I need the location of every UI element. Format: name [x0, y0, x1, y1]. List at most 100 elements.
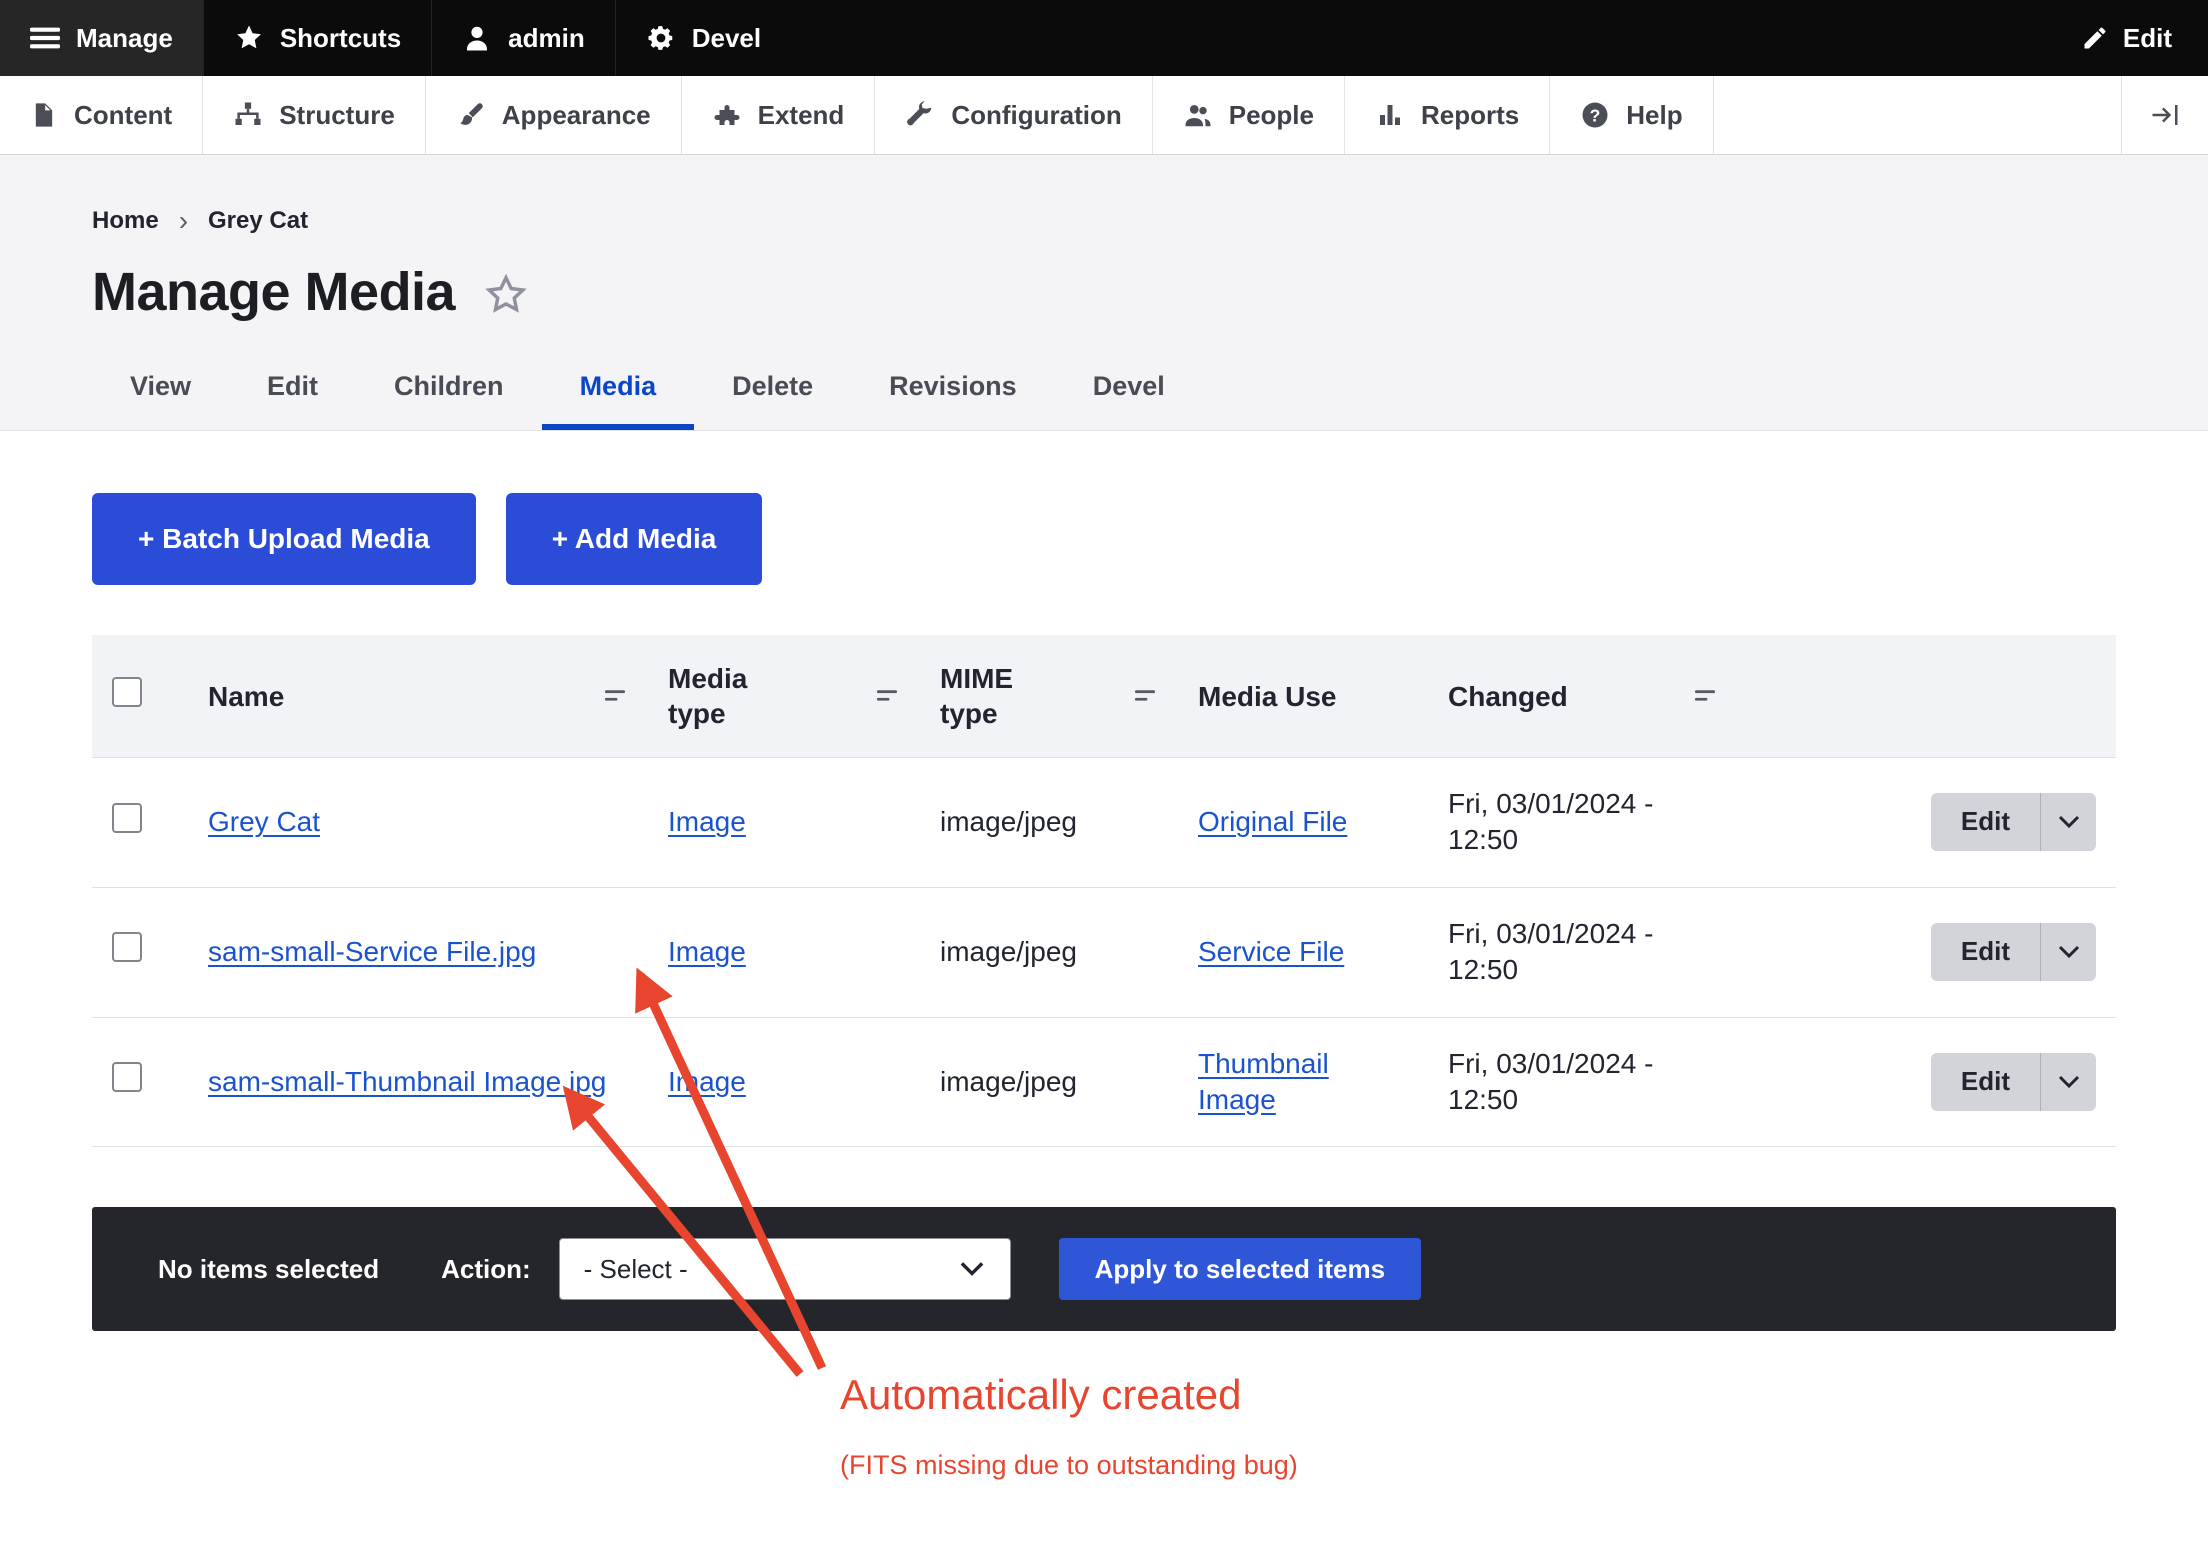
admin-item-shortcuts[interactable]: Shortcuts: [203, 0, 431, 76]
operations-cell: Edit: [1738, 758, 2116, 888]
tab-media[interactable]: Media: [542, 357, 695, 430]
sort-icon[interactable]: [1692, 683, 1718, 709]
bulk-actions-bar: No items selected Action: - Select - App…: [92, 1207, 2116, 1331]
add-media-button[interactable]: + Add Media: [506, 493, 763, 585]
name-cell: Grey Cat: [188, 758, 648, 888]
star-icon: [234, 23, 264, 53]
action-select[interactable]: - Select -: [559, 1238, 1011, 1300]
media-use-link[interactable]: Thumbnail Image: [1198, 1048, 1329, 1115]
column-header-name[interactable]: Name: [188, 635, 648, 758]
menu-item-appearance[interactable]: Appearance: [426, 76, 682, 154]
column-header-media-use: Media Use: [1178, 635, 1428, 758]
column-header-label: Changed: [1448, 679, 1568, 714]
menu-item-reports[interactable]: Reports: [1345, 76, 1550, 154]
admin-item-label: Devel: [692, 23, 761, 54]
admin-item-manage[interactable]: Manage: [0, 0, 203, 76]
media-name-link[interactable]: Grey Cat: [208, 806, 320, 837]
changed-cell: Fri, 03/01/2024 - 12:50: [1428, 887, 1738, 1017]
column-header-mime-type[interactable]: MIME type: [920, 635, 1178, 758]
admin-toolbar: Manage Shortcuts admin Devel Edit: [0, 0, 2208, 76]
media-use-cell: Thumbnail Image: [1178, 1017, 1428, 1147]
edit-dropdown-toggle[interactable]: [2040, 793, 2096, 851]
changed-cell: Fri, 03/01/2024 - 12:50: [1428, 1017, 1738, 1147]
favorite-star-icon[interactable]: [483, 272, 529, 318]
breadcrumb-separator-icon: ›: [179, 205, 188, 237]
column-header-operations: [1738, 635, 2116, 758]
sort-icon[interactable]: [602, 683, 628, 709]
tab-view[interactable]: View: [92, 357, 229, 430]
breadcrumb-home-link[interactable]: Home: [92, 207, 159, 235]
pencil-icon: [2081, 24, 2109, 52]
edit-button-group: Edit: [1931, 923, 2096, 981]
column-header-media-type[interactable]: Media type: [648, 635, 920, 758]
menu-item-configuration[interactable]: Configuration: [875, 76, 1152, 154]
media-name-link[interactable]: sam-small-Service File.jpg: [208, 936, 536, 967]
help-icon: ?: [1580, 100, 1610, 130]
chevron-down-icon: [2057, 1074, 2081, 1090]
row-checkbox[interactable]: [112, 932, 142, 962]
apply-to-selected-button[interactable]: Apply to selected items: [1059, 1238, 1421, 1300]
chevron-down-icon: [958, 1260, 986, 1278]
puzzle-icon: [712, 100, 742, 130]
row-checkbox[interactable]: [112, 1062, 142, 1092]
media-use-link[interactable]: Original File: [1198, 806, 1347, 837]
sitemap-icon: [233, 100, 263, 130]
edit-button[interactable]: Edit: [1931, 1053, 2040, 1111]
annotation-subtitle: (FITS missing due to outstanding bug): [840, 1450, 1298, 1481]
media-use-cell: Original File: [1178, 758, 1428, 888]
select-all-checkbox[interactable]: [112, 677, 142, 707]
svg-text:?: ?: [1590, 105, 1601, 125]
breadcrumb: Home › Grey Cat: [92, 205, 2116, 237]
menu-item-content[interactable]: Content: [0, 76, 203, 154]
media-use-link[interactable]: Service File: [1198, 936, 1344, 967]
chevron-down-icon: [2057, 944, 2081, 960]
admin-toolbar-left: Manage Shortcuts admin Devel: [0, 0, 791, 76]
row-checkbox[interactable]: [112, 803, 142, 833]
name-cell: sam-small-Thumbnail Image.jpg: [188, 1017, 648, 1147]
media-type-cell: Image: [648, 758, 920, 888]
edit-button[interactable]: Edit: [1931, 923, 2040, 981]
menu-item-extend[interactable]: Extend: [682, 76, 876, 154]
media-type-link[interactable]: Image: [668, 936, 746, 967]
edit-dropdown-toggle[interactable]: [2040, 1053, 2096, 1111]
column-header-changed[interactable]: Changed: [1428, 635, 1738, 758]
menu-item-structure[interactable]: Structure: [203, 76, 426, 154]
admin-item-user[interactable]: admin: [431, 0, 615, 76]
row-select-cell: [92, 887, 188, 1017]
media-type-link[interactable]: Image: [668, 1066, 746, 1097]
column-header-label: Name: [208, 679, 284, 714]
annotation-text: Automatically created (FITS missing due …: [840, 1372, 1298, 1481]
admin-edit-button[interactable]: Edit: [2045, 0, 2208, 76]
sort-icon[interactable]: [1132, 683, 1158, 709]
title-row: Manage Media: [92, 261, 2116, 323]
toolbar-collapse-button[interactable]: [2121, 76, 2208, 154]
admin-item-devel[interactable]: Devel: [615, 0, 791, 76]
media-type-link[interactable]: Image: [668, 806, 746, 837]
menu-item-label: People: [1229, 100, 1314, 131]
media-name-link[interactable]: sam-small-Thumbnail Image.jpg: [208, 1066, 606, 1097]
name-cell: sam-small-Service File.jpg: [188, 887, 648, 1017]
menu-item-people[interactable]: People: [1153, 76, 1345, 154]
media-actions-row: + Batch Upload Media + Add Media: [92, 493, 2116, 585]
tab-revisions[interactable]: Revisions: [851, 357, 1055, 430]
media-table: Name Media type MIME type Media Use Chan…: [92, 635, 2116, 1147]
selection-status: No items selected: [158, 1254, 379, 1285]
menu-item-label: Help: [1626, 100, 1682, 131]
tab-edit[interactable]: Edit: [229, 357, 356, 430]
batch-upload-media-button[interactable]: + Batch Upload Media: [92, 493, 476, 585]
media-table-row: sam-small-Service File.jpg Image image/j…: [92, 887, 2116, 1017]
sort-icon[interactable]: [874, 683, 900, 709]
edit-button[interactable]: Edit: [1931, 793, 2040, 851]
menu-item-help[interactable]: ? Help: [1550, 76, 1713, 154]
edit-dropdown-toggle[interactable]: [2040, 923, 2096, 981]
tab-children[interactable]: Children: [356, 357, 542, 430]
tab-devel[interactable]: Devel: [1055, 357, 1203, 430]
admin-edit-label: Edit: [2123, 23, 2172, 54]
edit-button-group: Edit: [1931, 793, 2096, 851]
edit-button-group: Edit: [1931, 1053, 2096, 1111]
tab-delete[interactable]: Delete: [694, 357, 851, 430]
action-select-value: - Select -: [584, 1254, 688, 1285]
media-type-cell: Image: [648, 887, 920, 1017]
page-tabs: View Edit Children Media Delete Revision…: [92, 357, 2116, 430]
menu-item-label: Configuration: [951, 100, 1121, 131]
